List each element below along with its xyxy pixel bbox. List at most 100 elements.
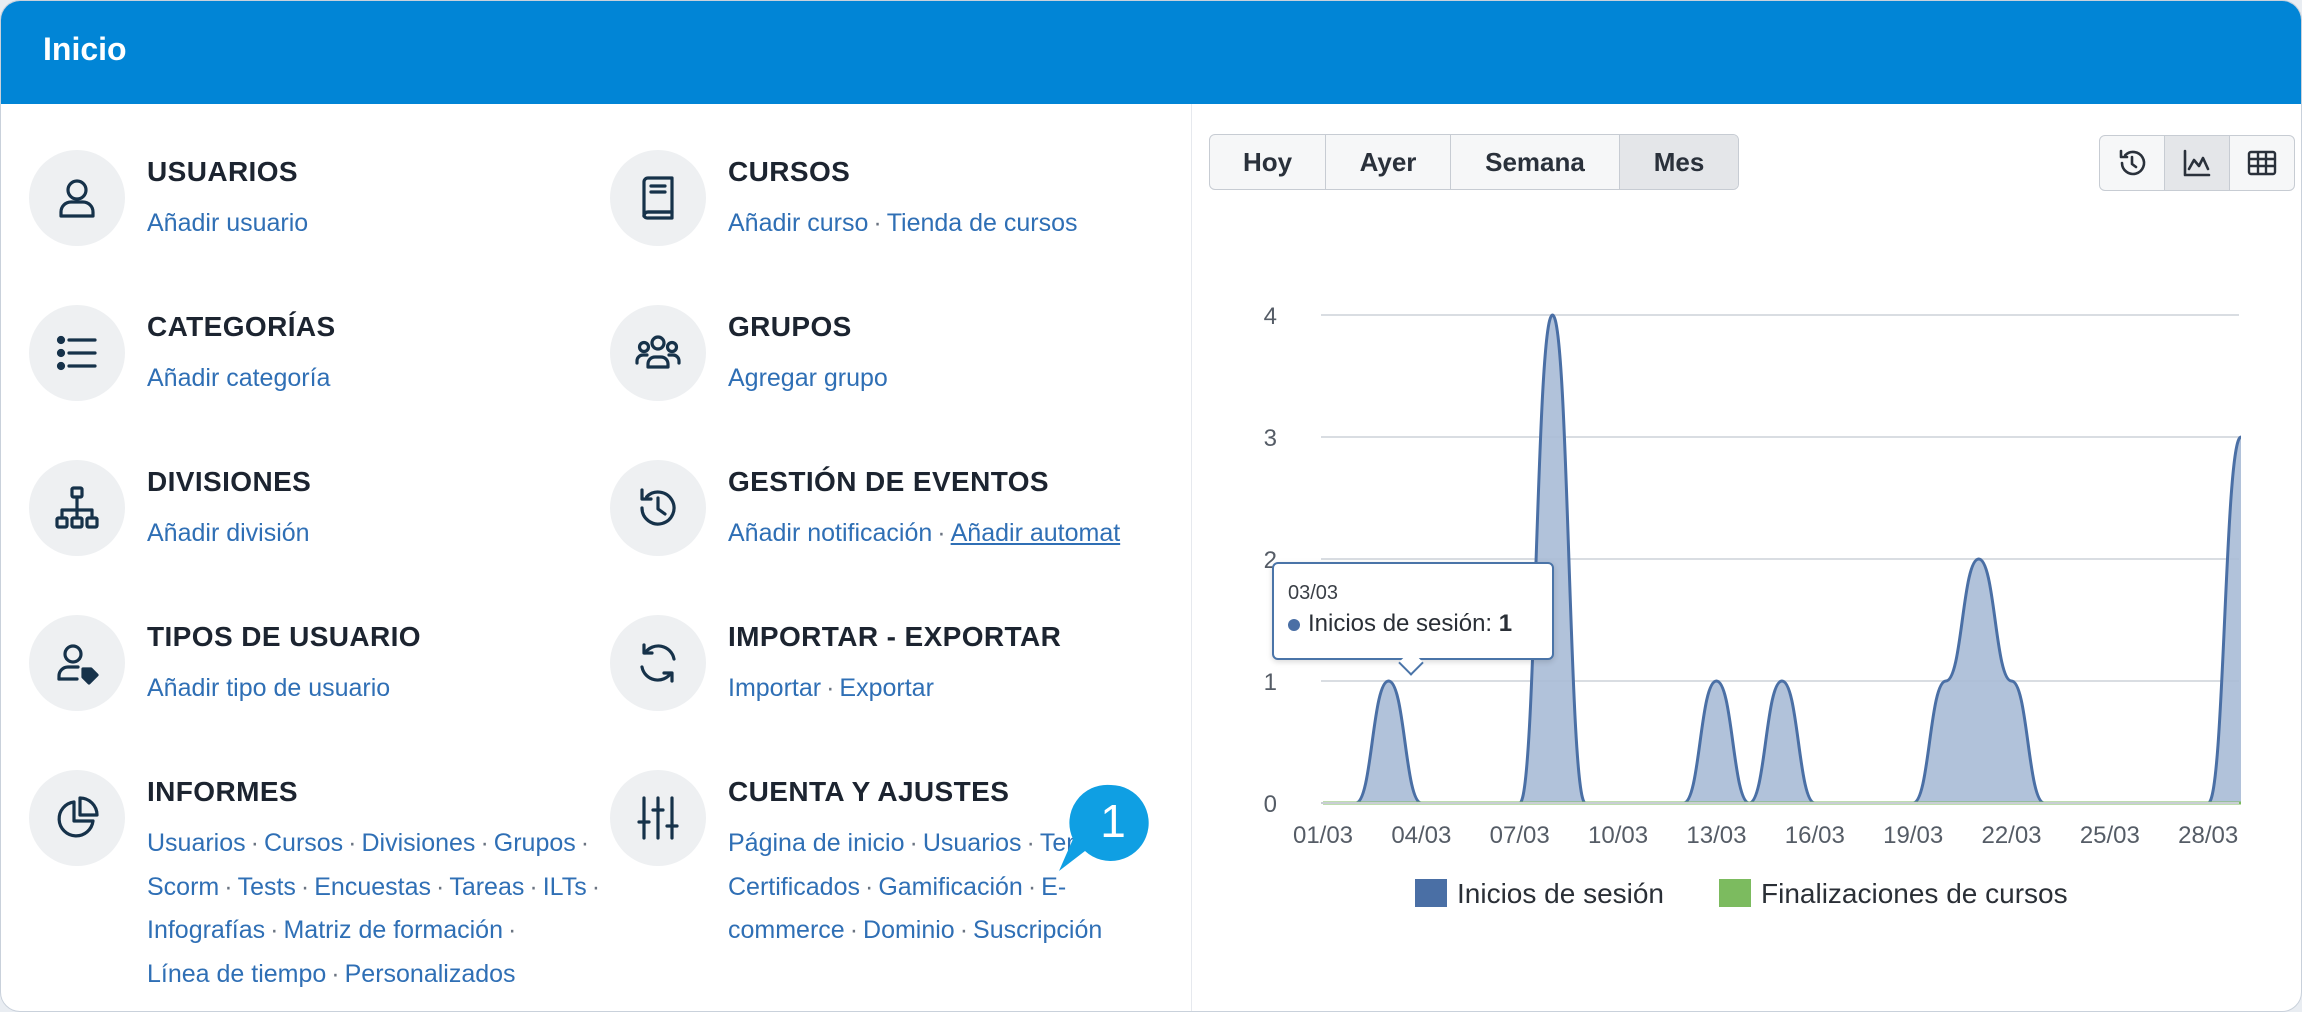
module-link[interactable]: Gamificación — [878, 873, 1023, 901]
area-chart-view-button[interactable] — [2165, 136, 2230, 190]
module-link[interactable]: Exportar — [839, 674, 933, 702]
module-link[interactable]: Página de inicio — [728, 829, 905, 857]
module-link[interactable]: Agregar grupo — [728, 364, 888, 392]
module-divisiones: DIVISIONES Añadir división — [29, 460, 589, 610]
module-link[interactable]: Certificados — [728, 873, 860, 901]
module-link[interactable]: Cursos — [264, 829, 343, 857]
module-link[interactable]: Añadir usuario — [147, 209, 308, 237]
module-icon-circle — [610, 305, 706, 401]
tab-hoy[interactable]: Hoy — [1210, 135, 1326, 189]
module-link[interactable]: Tienda de cursos — [887, 209, 1078, 237]
module-link[interactable]: Scorm — [147, 873, 219, 901]
module-links-row: Añadir curso · Tienda de cursos — [728, 202, 1078, 246]
dashboard-window: Inicio USUARIOS Añadir usuario CURSOS Añadi… — [0, 0, 2302, 1012]
module-link[interactable]: Añadir división — [147, 519, 310, 547]
module-title: USUARIOS — [147, 156, 298, 187]
x-tick-label: 01/03 — [1293, 822, 1353, 849]
module-links: Añadir tipo de usuario — [147, 667, 390, 711]
view-selector — [2099, 135, 2295, 191]
module-links-row: Añadir división — [147, 512, 310, 556]
user-tag-icon — [57, 644, 99, 685]
link-separator: · — [1026, 829, 1035, 857]
module-link[interactable]: Suscripción — [973, 916, 1102, 944]
module-links: Añadir curso · Tienda de cursos — [728, 202, 1078, 246]
module-icon-circle — [29, 615, 125, 711]
link-separator: · — [591, 872, 601, 901]
link-separator: · — [436, 872, 445, 901]
tooltip-value: 1 — [1498, 610, 1513, 637]
module-link[interactable]: Añadir tipo de usuario — [147, 674, 390, 702]
module-cursos: CURSOS Añadir curso · Tienda de cursos — [610, 150, 1170, 300]
module-icon-circle — [610, 770, 706, 866]
panel-divider — [1191, 104, 1192, 1011]
module-links-row: Línea de tiempo · Personalizados — [147, 953, 605, 997]
link-separator: · — [300, 872, 310, 901]
module-usuarios: USUARIOS Añadir usuario — [29, 150, 589, 300]
module-link[interactable]: Grupos — [494, 829, 576, 857]
tab-mes[interactable]: Mes — [1620, 135, 1738, 189]
module-importar-exportar: IMPORTAR - EXPORTAR Importar · Exportar — [610, 615, 1170, 765]
module-link[interactable]: commerce — [728, 916, 845, 944]
module-links-row: Página de inicio · Usuarios · Tema — [728, 822, 1102, 866]
module-links-row: commerce · Dominio · Suscripción — [728, 909, 1102, 953]
table-view-button[interactable] — [2230, 136, 2294, 190]
history-view-button[interactable] — [2100, 136, 2165, 190]
module-title: TIPOS DE USUARIO — [147, 621, 421, 652]
module-link[interactable]: Matriz de formación — [283, 916, 503, 944]
module-icon-circle — [610, 615, 706, 711]
module-links-row: Certificados · Gamificación · E- — [728, 866, 1102, 910]
legend-swatch — [1719, 879, 1751, 907]
module-links-row: Añadir categoría — [147, 357, 330, 401]
module-link[interactable]: Encuestas — [314, 873, 431, 901]
y-tick-label: 3 — [1264, 425, 1277, 452]
module-icon-circle — [29, 770, 125, 866]
link-separator: · — [331, 959, 340, 988]
x-tick-label: 13/03 — [1686, 822, 1746, 849]
link-separator: · — [937, 519, 946, 547]
list-icon — [56, 335, 97, 371]
tab-semana[interactable]: Semana — [1451, 135, 1620, 189]
table-icon — [2247, 150, 2277, 176]
module-title: GESTIÓN DE EVENTOS — [728, 466, 1049, 497]
module-informes: INFORMES Usuarios · Cursos · Divisiones · Grupo… — [29, 770, 600, 988]
period-selector: Hoy Ayer Semana Mes — [1209, 134, 1739, 190]
module-link[interactable]: Importar — [728, 674, 821, 702]
module-link[interactable]: Usuarios — [923, 829, 1022, 857]
module-links: Añadir categoría — [147, 357, 330, 401]
module-link[interactable]: Línea de tiempo — [147, 960, 326, 988]
module-title: INFORMES — [147, 776, 298, 807]
link-separator: · — [480, 829, 489, 857]
hierarchy-icon — [55, 486, 99, 529]
module-link[interactable]: Personalizados — [345, 960, 516, 988]
legend-label: Inicios de sesión — [1457, 878, 1664, 909]
module-link[interactable]: ILTs — [543, 873, 587, 901]
link-separator: · — [826, 674, 835, 702]
module-link[interactable]: Dominio — [863, 916, 955, 944]
x-tick-label: 22/03 — [1981, 822, 2041, 849]
module-tipos-de-usuario: TIPOS DE USUARIO Añadir tipo de usuario — [29, 615, 589, 765]
module-link[interactable]: Divisiones — [362, 829, 476, 857]
area-chart-icon — [2183, 149, 2211, 177]
sync-icon — [640, 643, 676, 683]
link-separator: · — [849, 916, 859, 944]
module-link[interactable]: Usuarios — [147, 829, 246, 857]
y-tick-label: 0 — [1264, 791, 1277, 818]
module-link[interactable]: Añadir categoría — [147, 364, 330, 392]
x-tick-label: 16/03 — [1785, 822, 1845, 849]
module-title: DIVISIONES — [147, 466, 312, 497]
module-links-row: Usuarios · Cursos · Divisiones · Grupos · — [147, 822, 605, 866]
module-link[interactable]: Añadir automat — [951, 519, 1121, 547]
link-separator: · — [865, 872, 874, 901]
module-links: Importar · Exportar — [728, 667, 934, 711]
module-link[interactable]: Infografías — [147, 916, 265, 944]
module-links: Añadir notificación · Añadir automat — [728, 512, 1120, 556]
module-links-row: Añadir tipo de usuario — [147, 667, 390, 711]
module-link[interactable]: Tests — [238, 873, 296, 901]
link-separator: · — [580, 829, 590, 857]
module-link[interactable]: Añadir curso — [728, 209, 868, 237]
module-icon-circle — [610, 460, 706, 556]
module-link[interactable]: Añadir notificación — [728, 519, 932, 547]
tab-ayer[interactable]: Ayer — [1326, 135, 1451, 189]
header-bar: Inicio — [1, 1, 2301, 104]
module-link[interactable]: Tareas — [449, 873, 524, 901]
